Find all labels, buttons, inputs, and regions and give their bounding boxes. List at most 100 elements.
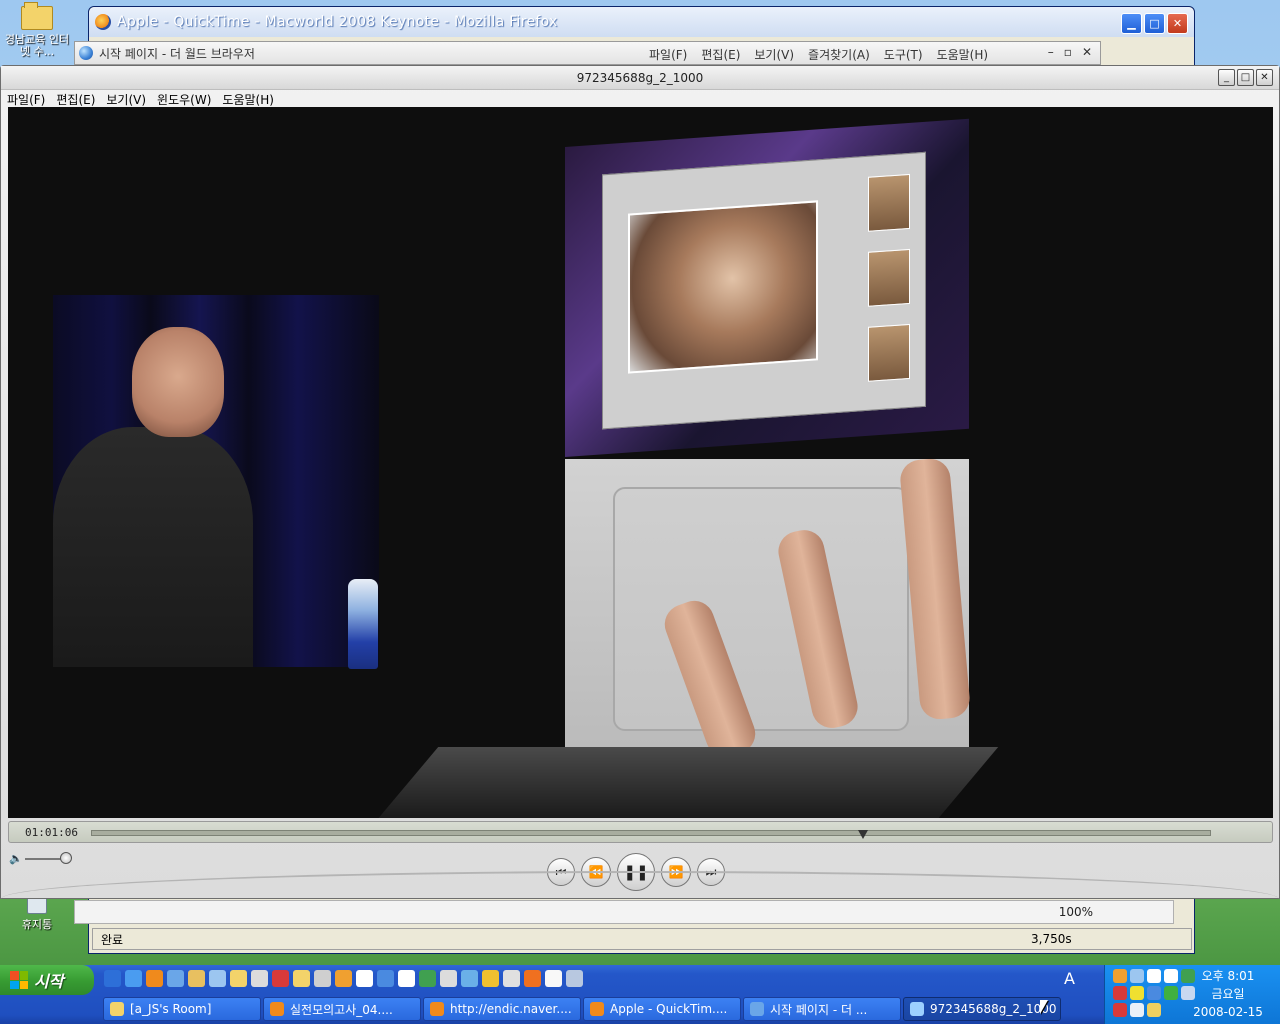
theworld-icon: [750, 1002, 764, 1016]
app-icon[interactable]: [398, 970, 415, 987]
firefox-titlebar[interactable]: Apple - QuickTime - Macworld 2008 Keynot…: [89, 7, 1194, 37]
task-button[interactable]: http://endic.naver....: [423, 997, 581, 1021]
playhead[interactable]: [858, 830, 869, 839]
ie-icon[interactable]: [125, 970, 142, 987]
app-icon[interactable]: [314, 970, 331, 987]
task-button[interactable]: 시작 페이지 - 더 ...: [743, 997, 901, 1021]
clock-time: 오후 8:01: [1201, 969, 1255, 983]
menu-window[interactable]: 윈도우(W): [157, 91, 211, 108]
globe-icon[interactable]: [167, 970, 184, 987]
menu-edit[interactable]: 편집(E): [701, 46, 740, 63]
zoom-level[interactable]: 100%: [1059, 905, 1093, 919]
clock[interactable]: 오후 8:01 금요일 2008-02-15: [1188, 967, 1268, 1021]
task-button[interactable]: 972345688g_2_1000: [903, 997, 1061, 1021]
ime-indicator[interactable]: A: [1064, 969, 1075, 988]
menu-view[interactable]: 보기(V): [754, 46, 794, 63]
close-button[interactable]: ✕: [1167, 13, 1188, 34]
firefox-icon: [95, 14, 111, 30]
menu-edit[interactable]: 편집(E): [56, 91, 95, 108]
folder-icon[interactable]: [293, 970, 310, 987]
desktop-icon-recycle-bin[interactable]: 휴지통: [2, 896, 72, 932]
tray-icon[interactable]: [1113, 986, 1127, 1000]
app-icon[interactable]: [482, 970, 499, 987]
task-label: 시작 페이지 - 더 ...: [770, 1002, 868, 1017]
photo-app-window: [602, 151, 926, 430]
world-browser-titlebar[interactable]: 시작 페이지 - 더 월드 브라우저 파일(F) 편집(E) 보기(V) 즐겨찾…: [74, 41, 1101, 65]
task-button[interactable]: [a_JS's Room]: [103, 997, 261, 1021]
firefox-icon: [430, 1002, 444, 1016]
quicktime-icon: [910, 1002, 924, 1016]
app-icon[interactable]: [566, 970, 583, 987]
app-icon[interactable]: [251, 970, 268, 987]
close-button[interactable]: ✕: [1256, 69, 1273, 86]
video-frame[interactable]: [8, 107, 1273, 818]
app-icon[interactable]: [272, 970, 289, 987]
app-icon[interactable]: [545, 970, 562, 987]
minimize-button[interactable]: ▁: [1121, 13, 1142, 34]
app-icon[interactable]: [440, 970, 457, 987]
app-icon[interactable]: [524, 970, 541, 987]
firefox-statusbar: 완료 3,750s: [92, 928, 1192, 950]
folder-icon[interactable]: [230, 970, 247, 987]
tray-icon[interactable]: [1113, 969, 1127, 983]
app-icon[interactable]: [356, 970, 373, 987]
tray-icon[interactable]: [1164, 986, 1178, 1000]
transfer-size: 3,750s: [1031, 932, 1072, 946]
menu-view[interactable]: 보기(V): [106, 91, 146, 108]
maximize-icon[interactable]: ▫: [1064, 45, 1072, 59]
tray-icon[interactable]: [1113, 1003, 1127, 1017]
timeline-scrubber[interactable]: 01:01:06: [8, 821, 1273, 843]
laptop-base: [377, 747, 999, 818]
tray-icon[interactable]: [1130, 986, 1144, 1000]
maximize-button[interactable]: □: [1237, 69, 1254, 86]
tray-icon[interactable]: [1147, 986, 1161, 1000]
desktop-icon-folder[interactable]: 경남교육 인터넷 수...: [2, 2, 72, 58]
app-icon[interactable]: [377, 970, 394, 987]
minimize-icon[interactable]: –: [1048, 45, 1054, 59]
quicktime-titlebar[interactable]: 972345688g_2_1000 _ □ ✕: [1, 66, 1279, 90]
firefox-icon[interactable]: [146, 970, 163, 987]
close-icon[interactable]: ✕: [1082, 45, 1092, 59]
quick-launch: [104, 970, 583, 987]
laptop-trackpad: [565, 457, 972, 771]
timeline-track[interactable]: [91, 830, 1211, 839]
app-icon[interactable]: [335, 970, 352, 987]
task-buttons: [a_JS's Room] 실전모의고사_04.... http://endic…: [103, 997, 1061, 1021]
app-icon[interactable]: [209, 970, 226, 987]
menu-file[interactable]: 파일(F): [649, 46, 687, 63]
app-icon[interactable]: [503, 970, 520, 987]
ie-icon[interactable]: [104, 970, 121, 987]
speaker-icon[interactable]: 🔈: [9, 852, 23, 865]
menu-favorites[interactable]: 즐겨찾기(A): [808, 46, 870, 63]
menu-help[interactable]: 도움말(H): [937, 46, 989, 63]
app-icon[interactable]: [419, 970, 436, 987]
app-icon[interactable]: [461, 970, 478, 987]
mouse-cursor-icon: [1040, 1000, 1048, 1014]
minimize-button[interactable]: _: [1218, 69, 1235, 86]
task-button[interactable]: Apple - QuickTim....: [583, 997, 741, 1021]
menu-help[interactable]: 도움말(H): [222, 91, 274, 108]
menu-tools[interactable]: 도구(T): [884, 46, 923, 63]
status-text: 완료: [101, 932, 124, 947]
folder-icon: [110, 1002, 124, 1016]
tray-icon[interactable]: [1147, 1003, 1161, 1017]
water-bottle: [348, 579, 378, 669]
tray-icon[interactable]: [1130, 1003, 1144, 1017]
clock-day: 금요일: [1211, 987, 1245, 1001]
volume-knob[interactable]: [60, 852, 72, 864]
task-label: 972345688g_2_1000: [930, 1002, 1057, 1016]
volume-slider[interactable]: [25, 858, 65, 860]
controller-bezel: [1, 871, 1279, 899]
maximize-button[interactable]: □: [1144, 13, 1165, 34]
start-label: 시작: [34, 972, 64, 991]
windows-logo-icon: [10, 971, 28, 989]
tray-icon[interactable]: [1130, 969, 1144, 983]
task-button[interactable]: 실전모의고사_04....: [263, 997, 421, 1021]
app-icon[interactable]: [188, 970, 205, 987]
tray-icon[interactable]: [1147, 969, 1161, 983]
photo-preview: [628, 200, 818, 374]
window-title: Apple - QuickTime - Macworld 2008 Keynot…: [117, 14, 558, 30]
menu-file[interactable]: 파일(F): [7, 91, 45, 108]
tray-icon[interactable]: [1164, 969, 1178, 983]
start-button[interactable]: 시작: [0, 965, 94, 995]
